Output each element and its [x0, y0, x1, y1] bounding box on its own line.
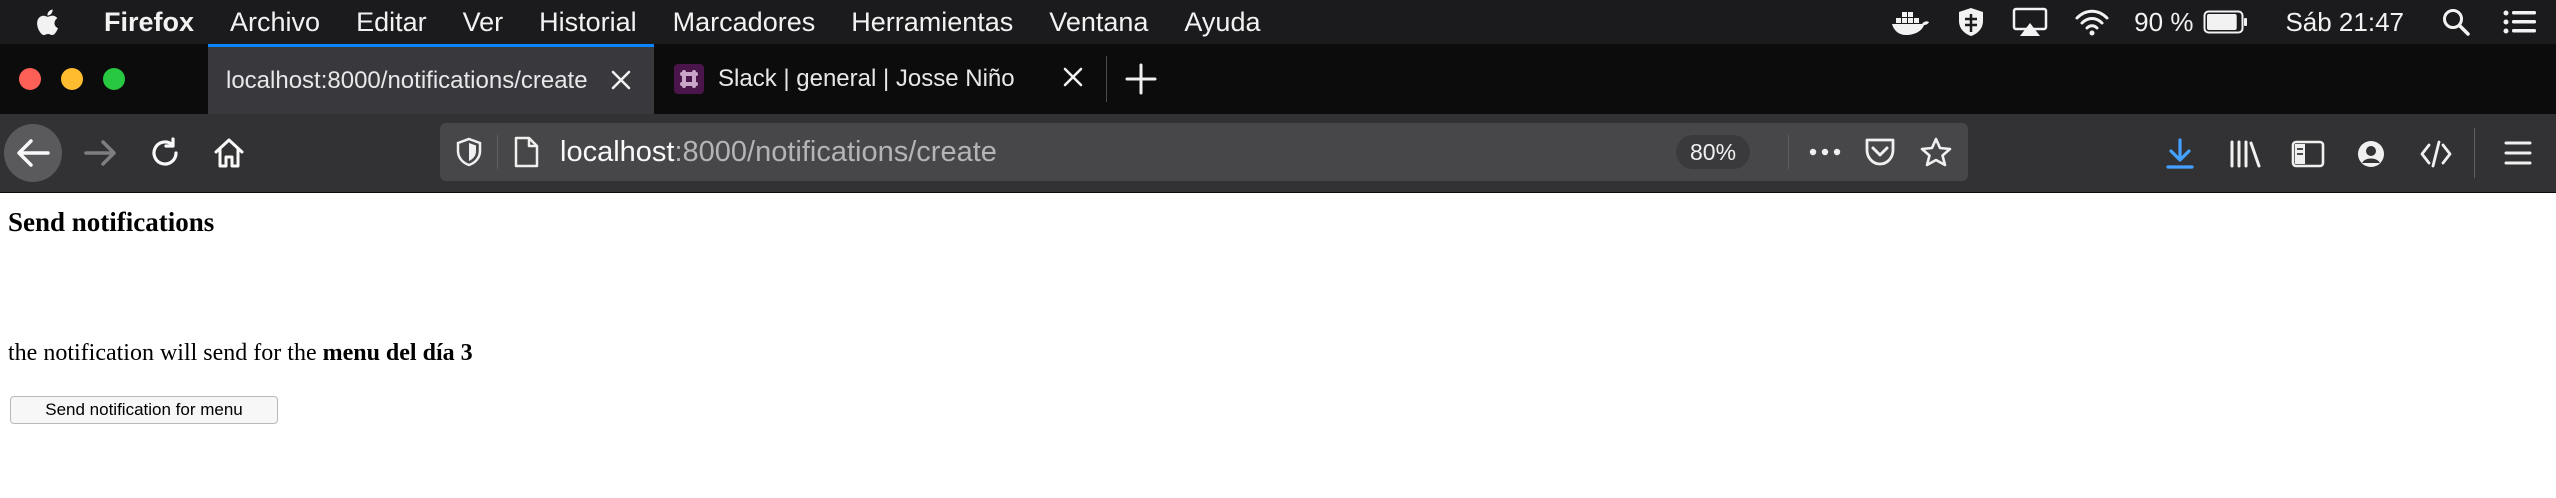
macos-menu-bar: Firefox Archivo Editar Ver Historial Mar…	[0, 0, 2556, 44]
toolbar-separator	[2474, 128, 2475, 178]
tab-slack-general[interactable]: Slack | general | Josse Niño	[656, 44, 1106, 114]
tab-separator	[1106, 56, 1107, 102]
developer-tools-icon[interactable]	[2419, 138, 2453, 170]
slack-favicon-icon	[674, 64, 704, 94]
account-icon[interactable]	[2355, 138, 2387, 170]
downloads-icon[interactable]	[2164, 138, 2196, 170]
page-actions-more-icon[interactable]	[1808, 137, 1842, 167]
menu-ayuda[interactable]: Ayuda	[1184, 7, 1260, 38]
page-info-icon[interactable]	[512, 136, 540, 168]
tab-label: localhost:8000/notifications/create	[226, 66, 588, 94]
send-notification-button[interactable]: Send notification for menu	[10, 396, 278, 424]
library-icon[interactable]	[2228, 138, 2262, 170]
url-host: localhost	[560, 136, 675, 168]
security-shield-icon[interactable]	[1956, 6, 1986, 38]
wifi-icon[interactable]	[2074, 8, 2110, 36]
notification-message: the notification will send for the menu …	[8, 340, 473, 367]
battery-icon[interactable]	[2203, 10, 2249, 34]
menu-ver[interactable]: Ver	[463, 7, 504, 38]
hamburger-menu-icon[interactable]	[2502, 138, 2534, 168]
notification-center-icon[interactable]	[2502, 8, 2538, 36]
tab-close-icon[interactable]	[1062, 66, 1084, 88]
menu-archivo[interactable]: Archivo	[230, 7, 320, 38]
menu-items: Firefox Archivo Editar Ver Historial Mar…	[104, 0, 1296, 44]
clock[interactable]: Sáb 21:47	[2285, 7, 2404, 38]
message-text: the notification will send for the	[8, 340, 323, 366]
tab-strip: localhost:8000/notifications/create Slac…	[0, 44, 2556, 114]
airplay-icon[interactable]	[2012, 7, 2048, 37]
menu-ventana[interactable]: Ventana	[1049, 7, 1148, 38]
reload-button[interactable]	[136, 124, 194, 182]
page-heading: Send notifications	[8, 207, 215, 237]
menu-editar[interactable]: Editar	[356, 7, 427, 38]
web-page-content: Send notifications the notification will…	[0, 193, 2556, 498]
address-bar[interactable]: localhost:8000/notifications/create 80%	[440, 123, 1968, 181]
home-icon	[214, 138, 244, 168]
back-arrow-icon	[17, 139, 50, 167]
tracking-protection-shield-icon[interactable]	[454, 136, 484, 168]
window-minimize-button[interactable]	[61, 68, 83, 90]
urlbar-separator	[1788, 135, 1789, 169]
battery-percentage: 90 %	[2134, 6, 2194, 37]
urlbar-separator	[497, 135, 498, 169]
menu-name: menu del día 3	[322, 340, 473, 366]
new-tab-plus-icon[interactable]	[1124, 62, 1158, 96]
tab-label: Slack | general | Josse Niño	[718, 65, 1015, 92]
bookmark-star-icon[interactable]	[1920, 137, 1952, 167]
apple-logo-icon[interactable]	[34, 6, 64, 38]
menu-herramientas[interactable]: Herramientas	[851, 7, 1013, 38]
tab-localhost-notifications[interactable]: localhost:8000/notifications/create	[208, 44, 654, 114]
navigation-toolbar: localhost:8000/notifications/create 80%	[0, 114, 2556, 193]
back-button[interactable]	[4, 124, 62, 182]
status-menu: 90 % Sáb 21:47	[1864, 0, 2556, 44]
forward-arrow-icon	[84, 140, 116, 166]
url-text[interactable]: localhost:8000/notifications/create	[560, 136, 997, 169]
menu-app-firefox[interactable]: Firefox	[104, 7, 194, 38]
menu-marcadores[interactable]: Marcadores	[673, 7, 816, 38]
forward-button[interactable]	[72, 124, 130, 182]
docker-icon[interactable]	[1890, 7, 1930, 37]
reload-icon	[152, 137, 178, 166]
home-button[interactable]	[200, 124, 258, 182]
spotlight-search-icon[interactable]	[2442, 8, 2470, 36]
tab-close-icon[interactable]	[610, 69, 632, 91]
window-zoom-button[interactable]	[103, 68, 125, 90]
pocket-icon[interactable]	[1864, 137, 1896, 167]
zoom-level-button[interactable]: 80%	[1676, 135, 1751, 169]
url-path: :8000/notifications/create	[674, 136, 997, 168]
sidebar-toggle-icon[interactable]	[2291, 138, 2325, 170]
menu-historial[interactable]: Historial	[539, 7, 637, 38]
window-close-button[interactable]	[19, 68, 41, 90]
